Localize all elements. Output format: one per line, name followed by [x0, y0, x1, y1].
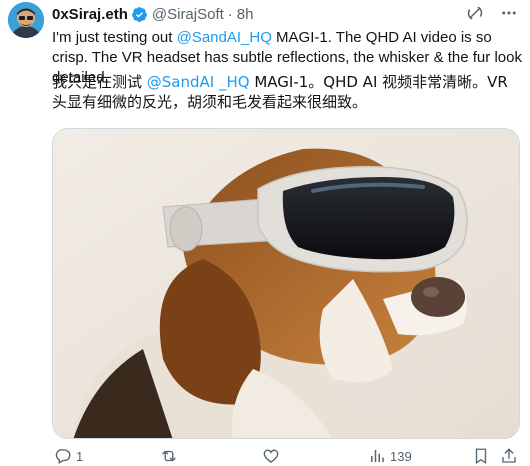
- bookmark-icon: [472, 447, 490, 465]
- reply-count: 1: [76, 448, 84, 464]
- tweet-actions: 1 139: [52, 446, 522, 466]
- views-count: 139: [390, 448, 412, 464]
- share-icon: [500, 447, 518, 465]
- share-button[interactable]: [500, 446, 518, 466]
- tweet-header: 0xSiraj.eth @SirajSoft · 8h: [52, 4, 518, 24]
- more-icon[interactable]: [500, 4, 518, 22]
- tweet-text-chinese: 我只是在测试 @SandAI _HQ MAGI-1。QHD AI 视频非常清晰。…: [52, 72, 522, 112]
- heart-icon: [262, 447, 280, 465]
- grok-icon[interactable]: [466, 4, 484, 22]
- verified-badge-icon: [131, 6, 148, 23]
- tweet: 0xSiraj.eth @SirajSoft · 8h I'm just tes…: [0, 0, 530, 466]
- separator-dot: ·: [227, 5, 233, 23]
- display-name[interactable]: 0xSiraj.eth: [52, 6, 128, 23]
- repost-icon: [160, 447, 178, 465]
- reply-button[interactable]: 1: [54, 446, 83, 466]
- header-actions: [466, 4, 518, 22]
- avatar[interactable]: [8, 2, 44, 38]
- mention-link-zh[interactable]: @SandAI _HQ: [147, 73, 250, 91]
- analytics-icon: [368, 447, 386, 465]
- tweet-media-image[interactable]: [52, 128, 520, 439]
- mention-link[interactable]: @SandAI_HQ: [177, 29, 272, 46]
- repost-button[interactable]: [160, 446, 182, 466]
- handle[interactable]: @SirajSoft: [152, 6, 224, 23]
- tweet-text-zh-before: 我只是在测试: [52, 73, 147, 91]
- tweet-text-en-before: I'm just testing out: [52, 29, 177, 46]
- reply-icon: [54, 447, 72, 465]
- bookmark-button[interactable]: [472, 446, 490, 466]
- views-button[interactable]: 139: [368, 446, 412, 466]
- like-button[interactable]: [262, 446, 284, 466]
- timestamp[interactable]: 8h: [237, 6, 254, 23]
